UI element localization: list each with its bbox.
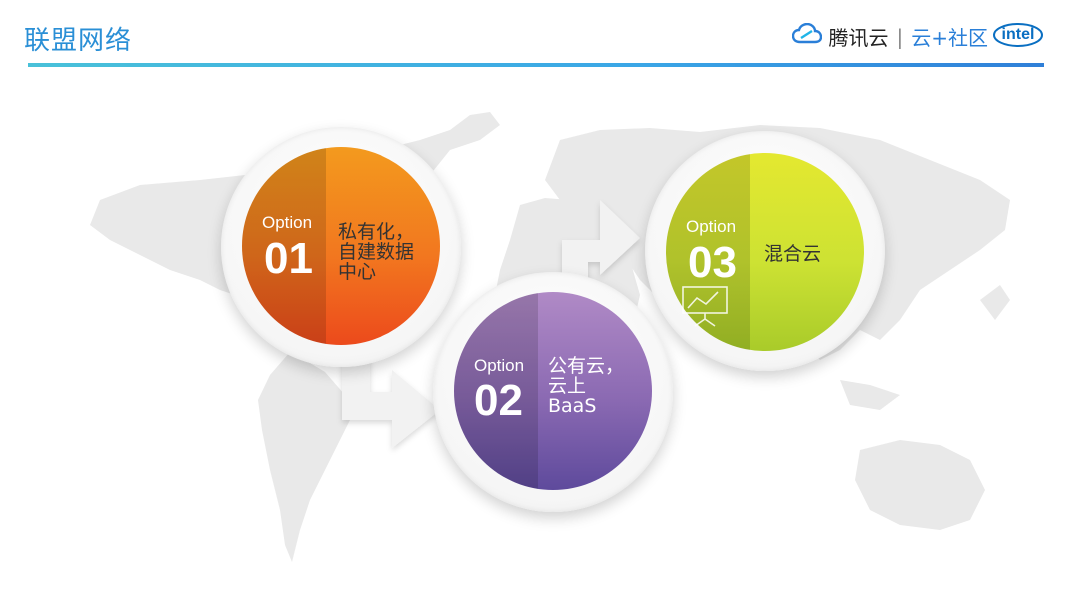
option-03-number: 03 [688,238,737,287]
option-02-text-line: BaaS [548,395,597,417]
option-01-number: 01 [264,234,313,283]
option-01-label: Option [262,213,313,232]
option-02-text: 公有云， 云上 BaaS [548,356,624,416]
option-03-text: 混合云 [764,244,821,264]
arrow-02-to-03 [562,200,640,285]
option-02-number: 02 [474,376,523,425]
presentation-chart-icon [682,286,728,327]
option-02-text-line: 公有云， [548,355,625,377]
option-01-text-line: 中心 [338,261,377,283]
option-01-text-line: 自建数据 [338,241,415,263]
option-01-text: 私有化， 自建数据 中心 [338,222,414,282]
option-03-label: Option [686,217,737,236]
option-02-label: Option [474,356,525,375]
option-02-text-line: 云上 [548,375,587,397]
option-01-text-line: 私有化， [338,221,415,243]
option-03-text-line: 混合云 [764,243,822,265]
